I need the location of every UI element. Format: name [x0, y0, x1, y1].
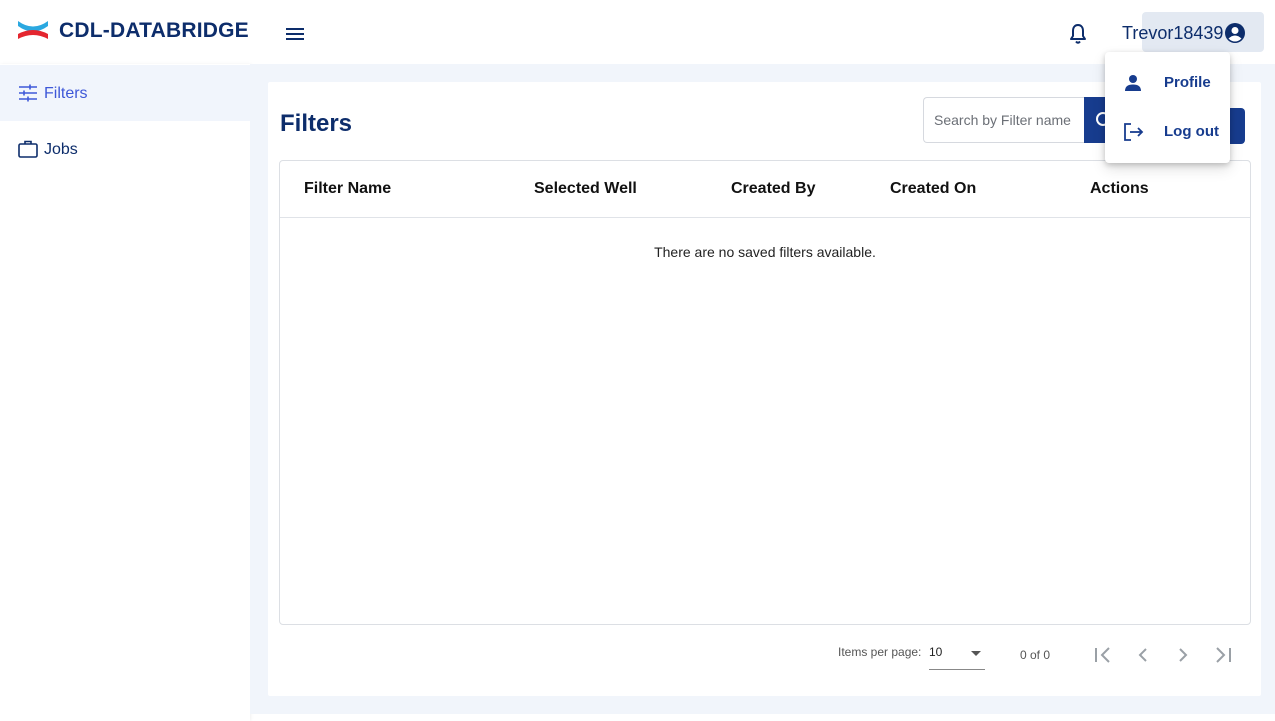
previous-page-icon[interactable]: [1131, 643, 1155, 667]
empty-state-message: There are no saved filters available.: [654, 244, 876, 260]
briefcase-icon: [18, 140, 38, 158]
dropdown-arrow-icon: [971, 651, 981, 656]
user-menu-button[interactable]: Trevor18439: [1117, 12, 1264, 52]
last-page-icon[interactable]: [1211, 643, 1235, 667]
page-title: Filters: [280, 110, 353, 137]
page-range-label: 0 of 0: [1020, 648, 1051, 662]
menu-item-label: Profile: [1164, 74, 1211, 91]
items-per-page-select[interactable]: 10: [929, 642, 985, 670]
logout-icon: [1124, 123, 1144, 141]
items-per-page-value: 10: [929, 645, 943, 659]
column-header-filter-name[interactable]: Filter Name: [304, 180, 391, 198]
column-header-created-on[interactable]: Created On: [890, 180, 976, 198]
sidebar-item-filters[interactable]: Filters: [0, 65, 250, 121]
menu-icon[interactable]: [284, 24, 306, 44]
column-header-selected-well[interactable]: Selected Well: [534, 180, 637, 198]
tune-icon: [19, 84, 37, 102]
brand-name: CDL-DATABRIDGE: [59, 19, 249, 42]
logo-icon: [18, 21, 48, 39]
table-header: Filter Name Selected Well Created By Cre…: [280, 161, 1250, 218]
first-page-icon[interactable]: [1091, 643, 1115, 667]
user-dropdown-menu: Profile Log out: [1105, 52, 1230, 163]
user-name: Trevor18439: [1122, 23, 1224, 43]
bell-icon[interactable]: [1066, 22, 1090, 46]
sidebar-item-label: Filters: [44, 85, 88, 102]
person-icon: [1125, 75, 1141, 91]
items-per-page-label: Items per page:: [838, 645, 922, 659]
sidebar-item-jobs[interactable]: Jobs: [0, 121, 250, 177]
search-field: [923, 97, 1085, 143]
menu-item-profile[interactable]: Profile: [1105, 58, 1230, 106]
search-input[interactable]: [924, 98, 1085, 142]
app-header: CDL-DATABRIDGE Trevor18439: [0, 0, 1275, 64]
column-header-actions: Actions: [1090, 180, 1149, 197]
sidebar: Filters Jobs: [0, 64, 250, 721]
sidebar-item-label: Jobs: [44, 141, 78, 158]
next-page-icon[interactable]: [1171, 643, 1195, 667]
column-header-created-by[interactable]: Created By: [731, 180, 815, 198]
account-circle-icon: [1225, 23, 1245, 43]
menu-item-logout[interactable]: Log out: [1105, 107, 1230, 155]
filters-table: Filter Name Selected Well Created By Cre…: [279, 160, 1251, 625]
menu-item-label: Log out: [1164, 123, 1219, 140]
